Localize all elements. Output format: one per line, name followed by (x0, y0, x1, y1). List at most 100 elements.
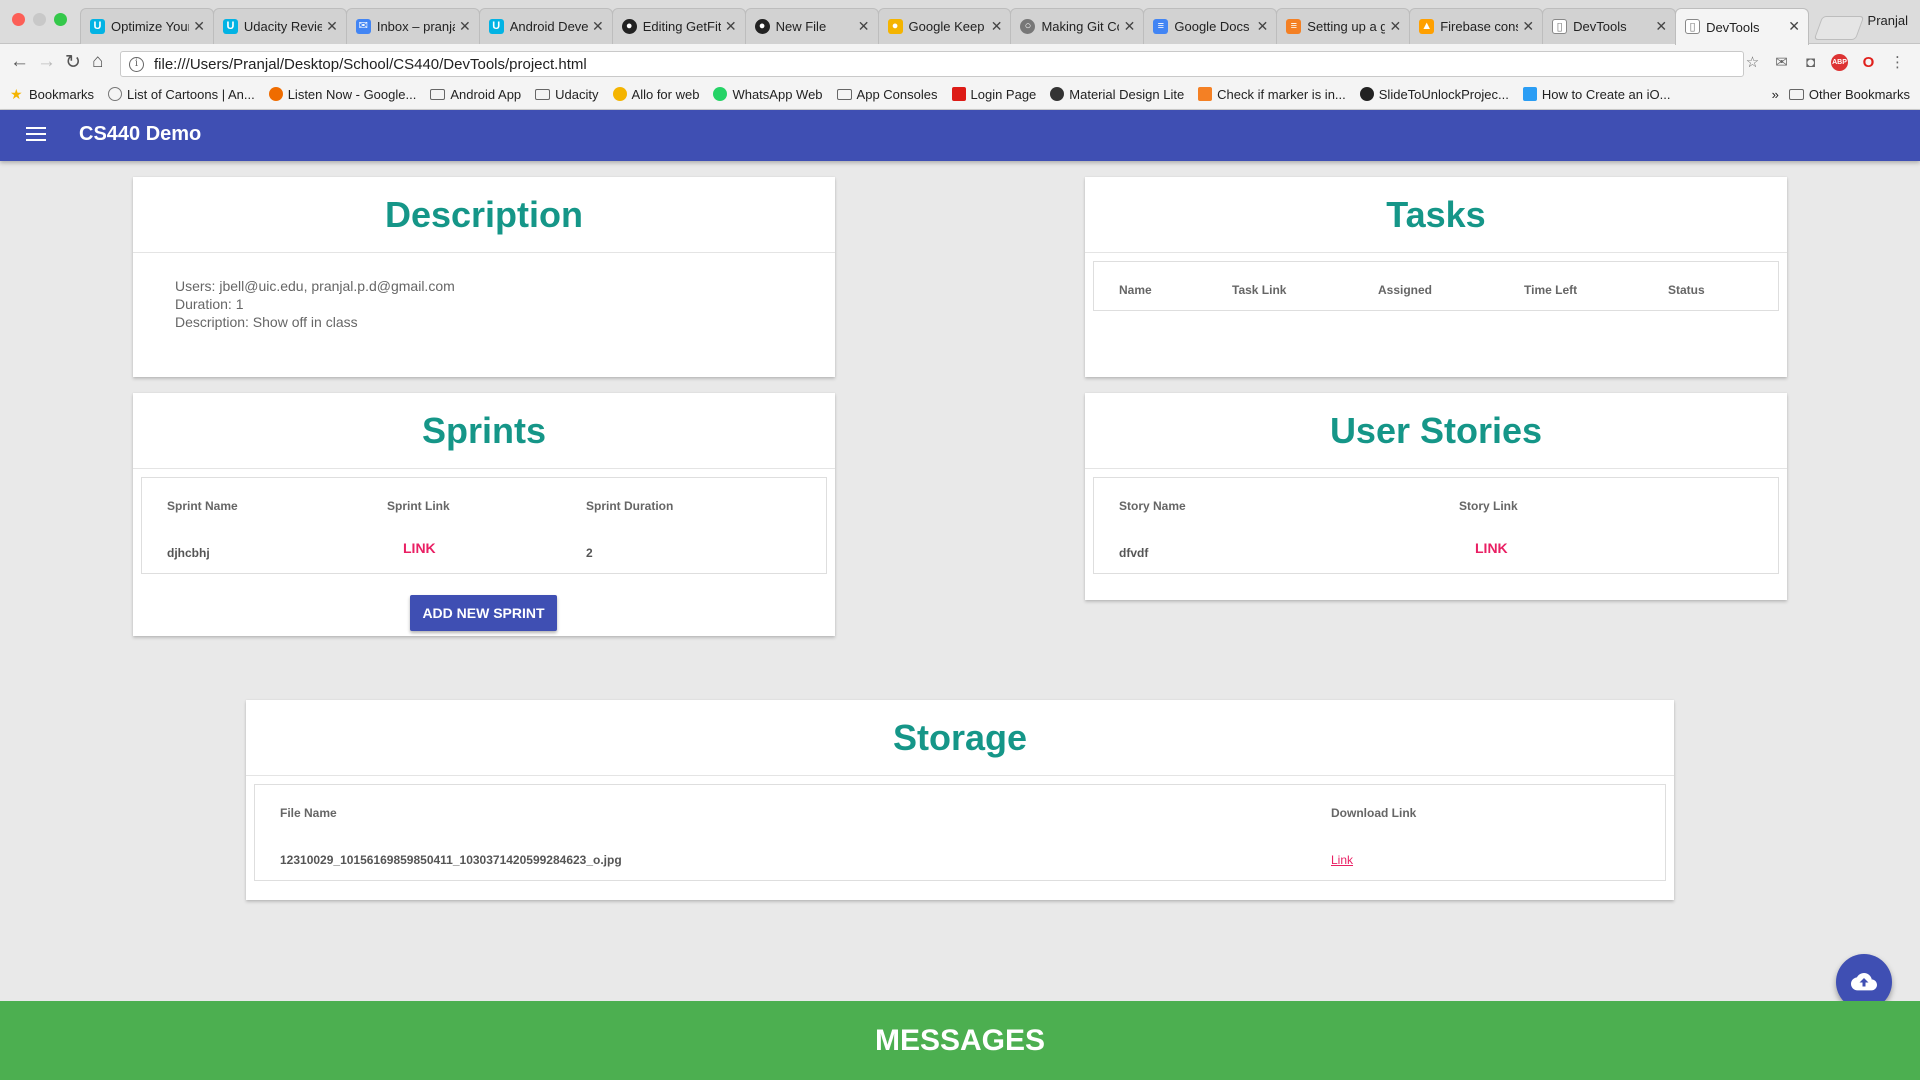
browser-tab[interactable]: ≡ Google Docs ✕ (1143, 8, 1278, 44)
minimize-window-button[interactable] (33, 13, 46, 26)
column-header: Sprint Duration (586, 499, 674, 513)
bookmark-item[interactable]: Check if marker is in... (1198, 87, 1346, 102)
close-window-button[interactable] (12, 13, 25, 26)
tab-close-icon[interactable]: ✕ (858, 18, 870, 35)
storage-title: Storage (246, 700, 1674, 776)
tab-close-icon[interactable]: ✕ (991, 18, 1003, 35)
download-link[interactable]: Link (1331, 853, 1353, 867)
sprint-name-cell: djhcbhj (167, 546, 210, 560)
tab-favicon-icon: ● (887, 19, 903, 34)
tab-close-icon[interactable]: ✕ (1124, 18, 1136, 35)
tab-favicon-icon: ▯ (1552, 19, 1568, 34)
profile-name[interactable]: Pranjal (1868, 13, 1908, 28)
browser-tab[interactable]: ≡ Setting up a g ✕ (1276, 8, 1411, 44)
browser-tab[interactable]: ● Editing GetFit ✕ (611, 8, 746, 44)
material-design-icon (1050, 87, 1065, 101)
bookmark-item[interactable]: Listen Now - Google... (268, 87, 416, 102)
allo-icon (612, 87, 627, 101)
forward-arrow-icon[interactable]: → (37, 51, 56, 73)
bookmark-folder[interactable]: App Consoles (836, 87, 938, 102)
story-link-button[interactable]: LINK (1475, 540, 1508, 556)
sprints-title: Sprints (133, 393, 835, 469)
app-title: CS440 Demo (79, 123, 202, 145)
column-header: Status (1668, 283, 1705, 297)
tab-close-icon[interactable]: ✕ (1788, 18, 1800, 35)
sprint-link-button[interactable]: LINK (403, 540, 436, 556)
reload-icon[interactable]: ↻ (65, 51, 81, 74)
stackoverflow-icon (1198, 87, 1213, 101)
tab-close-icon[interactable]: ✕ (592, 18, 604, 35)
menu-icon[interactable] (26, 127, 46, 143)
info-icon[interactable]: i (129, 56, 144, 72)
adblock-extension-icon[interactable]: ABP (1831, 54, 1848, 71)
tab-favicon-icon: ○ (1020, 19, 1036, 34)
browser-tab[interactable]: ✉ Inbox – pranjal ✕ (345, 8, 480, 44)
bookmark-item[interactable]: Material Design Lite (1050, 87, 1184, 102)
user-stories-title: User Stories (1085, 393, 1787, 469)
home-icon[interactable]: ⌂ (92, 51, 103, 73)
new-tab-button[interactable] (1813, 16, 1865, 40)
messages-bar[interactable]: MESSAGES (0, 1001, 1920, 1080)
file-name-cell: 12310029_10156169859850411_1030371420599… (280, 853, 622, 867)
folder-icon (1788, 88, 1804, 100)
menu-kebab-icon[interactable]: ⋮ (1889, 54, 1906, 71)
browser-tab[interactable]: U Optimize Your ✕ (80, 8, 214, 44)
bookmark-item[interactable]: ★ Bookmarks (10, 87, 94, 102)
user-stories-table: Story Name Story Link dfvdf LINK (1093, 477, 1779, 574)
browser-tab[interactable]: ● Google Keep ✕ (877, 8, 1012, 44)
browser-tab[interactable]: ▯ DevTools ✕ (1542, 8, 1677, 44)
column-header: Time Left (1524, 283, 1578, 297)
url-text: file:///Users/Pranjal/Desktop/School/CS4… (154, 55, 587, 73)
tasks-card: Tasks Name Task Link Assigned Time Left … (1085, 177, 1787, 377)
zoom-window-button[interactable] (54, 13, 67, 26)
description-card: Description Users: jbell@uic.edu, pranja… (133, 177, 835, 377)
tab-close-icon[interactable]: ✕ (326, 18, 338, 35)
more-bookmarks-chevron-icon[interactable]: » (1772, 87, 1779, 102)
app-header: CS440 Demo (0, 110, 1920, 161)
bookmark-item[interactable]: List of Cartoons | An... (108, 87, 255, 102)
back-arrow-icon[interactable]: ← (10, 51, 29, 73)
bookmark-item[interactable]: SlideToUnlockProjec... (1359, 87, 1509, 102)
browser-tab[interactable]: U Android Devel ✕ (478, 8, 613, 44)
column-header: Story Name (1119, 499, 1186, 513)
bookmark-item[interactable]: How to Create an iO... (1522, 87, 1670, 102)
bookmark-folder[interactable]: Udacity (535, 87, 599, 102)
description-title: Description (133, 177, 835, 253)
column-header: Story Link (1459, 499, 1518, 513)
bookmark-star-icon[interactable]: ☆ (1744, 54, 1761, 71)
browser-tab[interactable]: ● New File ✕ (744, 8, 879, 44)
tab-close-icon[interactable]: ✕ (1655, 18, 1667, 35)
storage-table: File Name Download Link 12310029_1015616… (254, 784, 1666, 881)
bookmark-item[interactable]: Login Page (951, 87, 1036, 102)
tab-close-icon[interactable]: ✕ (459, 18, 471, 35)
folder-icon (535, 88, 551, 100)
tab-strip: U Optimize Your ✕ U Udacity Revie ✕ ✉ Inbox –… (80, 8, 1865, 45)
pocket-extension-icon[interactable]: ◘ (1802, 54, 1819, 71)
bookmark-item[interactable]: Allo for web (612, 87, 699, 102)
browser-tab[interactable]: U Udacity Revie ✕ (212, 8, 347, 44)
browser-tab-active[interactable]: ▯ DevTools ✕ (1675, 8, 1809, 45)
tab-favicon-icon: U (222, 19, 238, 34)
bookmark-folder[interactable]: Android App (430, 87, 521, 102)
description-body: Users: jbell@uic.edu, pranjal.p.d@gmail.… (175, 277, 455, 331)
folder-icon (836, 88, 852, 100)
column-header: Task Link (1232, 283, 1287, 297)
tab-close-icon[interactable]: ✕ (193, 18, 205, 35)
users-text: Users: jbell@uic.edu, pranjal.p.d@gmail.… (175, 278, 455, 294)
tab-close-icon[interactable]: ✕ (1522, 18, 1534, 35)
tab-favicon-icon: ▲ (1419, 19, 1435, 34)
tab-close-icon[interactable]: ✕ (725, 18, 737, 35)
other-bookmarks-folder[interactable]: Other Bookmarks (1788, 87, 1910, 102)
address-bar[interactable]: i file:///Users/Pranjal/Desktop/School/C… (120, 51, 1744, 77)
tab-close-icon[interactable]: ✕ (1389, 18, 1401, 35)
bookmark-item[interactable]: WhatsApp Web (713, 87, 823, 102)
opera-extension-icon[interactable]: O (1860, 54, 1877, 71)
tab-close-icon[interactable]: ✕ (1257, 18, 1269, 35)
browser-toolbar: ← → ↻ ⌂ i file:///Users/Pranjal/Desktop/… (0, 44, 1920, 110)
browser-tab[interactable]: ▲ Firebase cons ✕ (1409, 8, 1544, 44)
browser-tab[interactable]: ○ Making Git Co ✕ (1010, 8, 1145, 44)
star-icon: ★ (10, 86, 23, 102)
add-new-sprint-button[interactable]: ADD NEW SPRINT (410, 595, 557, 631)
mail-extension-icon[interactable]: ✉ (1773, 54, 1790, 71)
user-stories-card: User Stories Story Name Story Link dfvdf… (1085, 393, 1787, 600)
